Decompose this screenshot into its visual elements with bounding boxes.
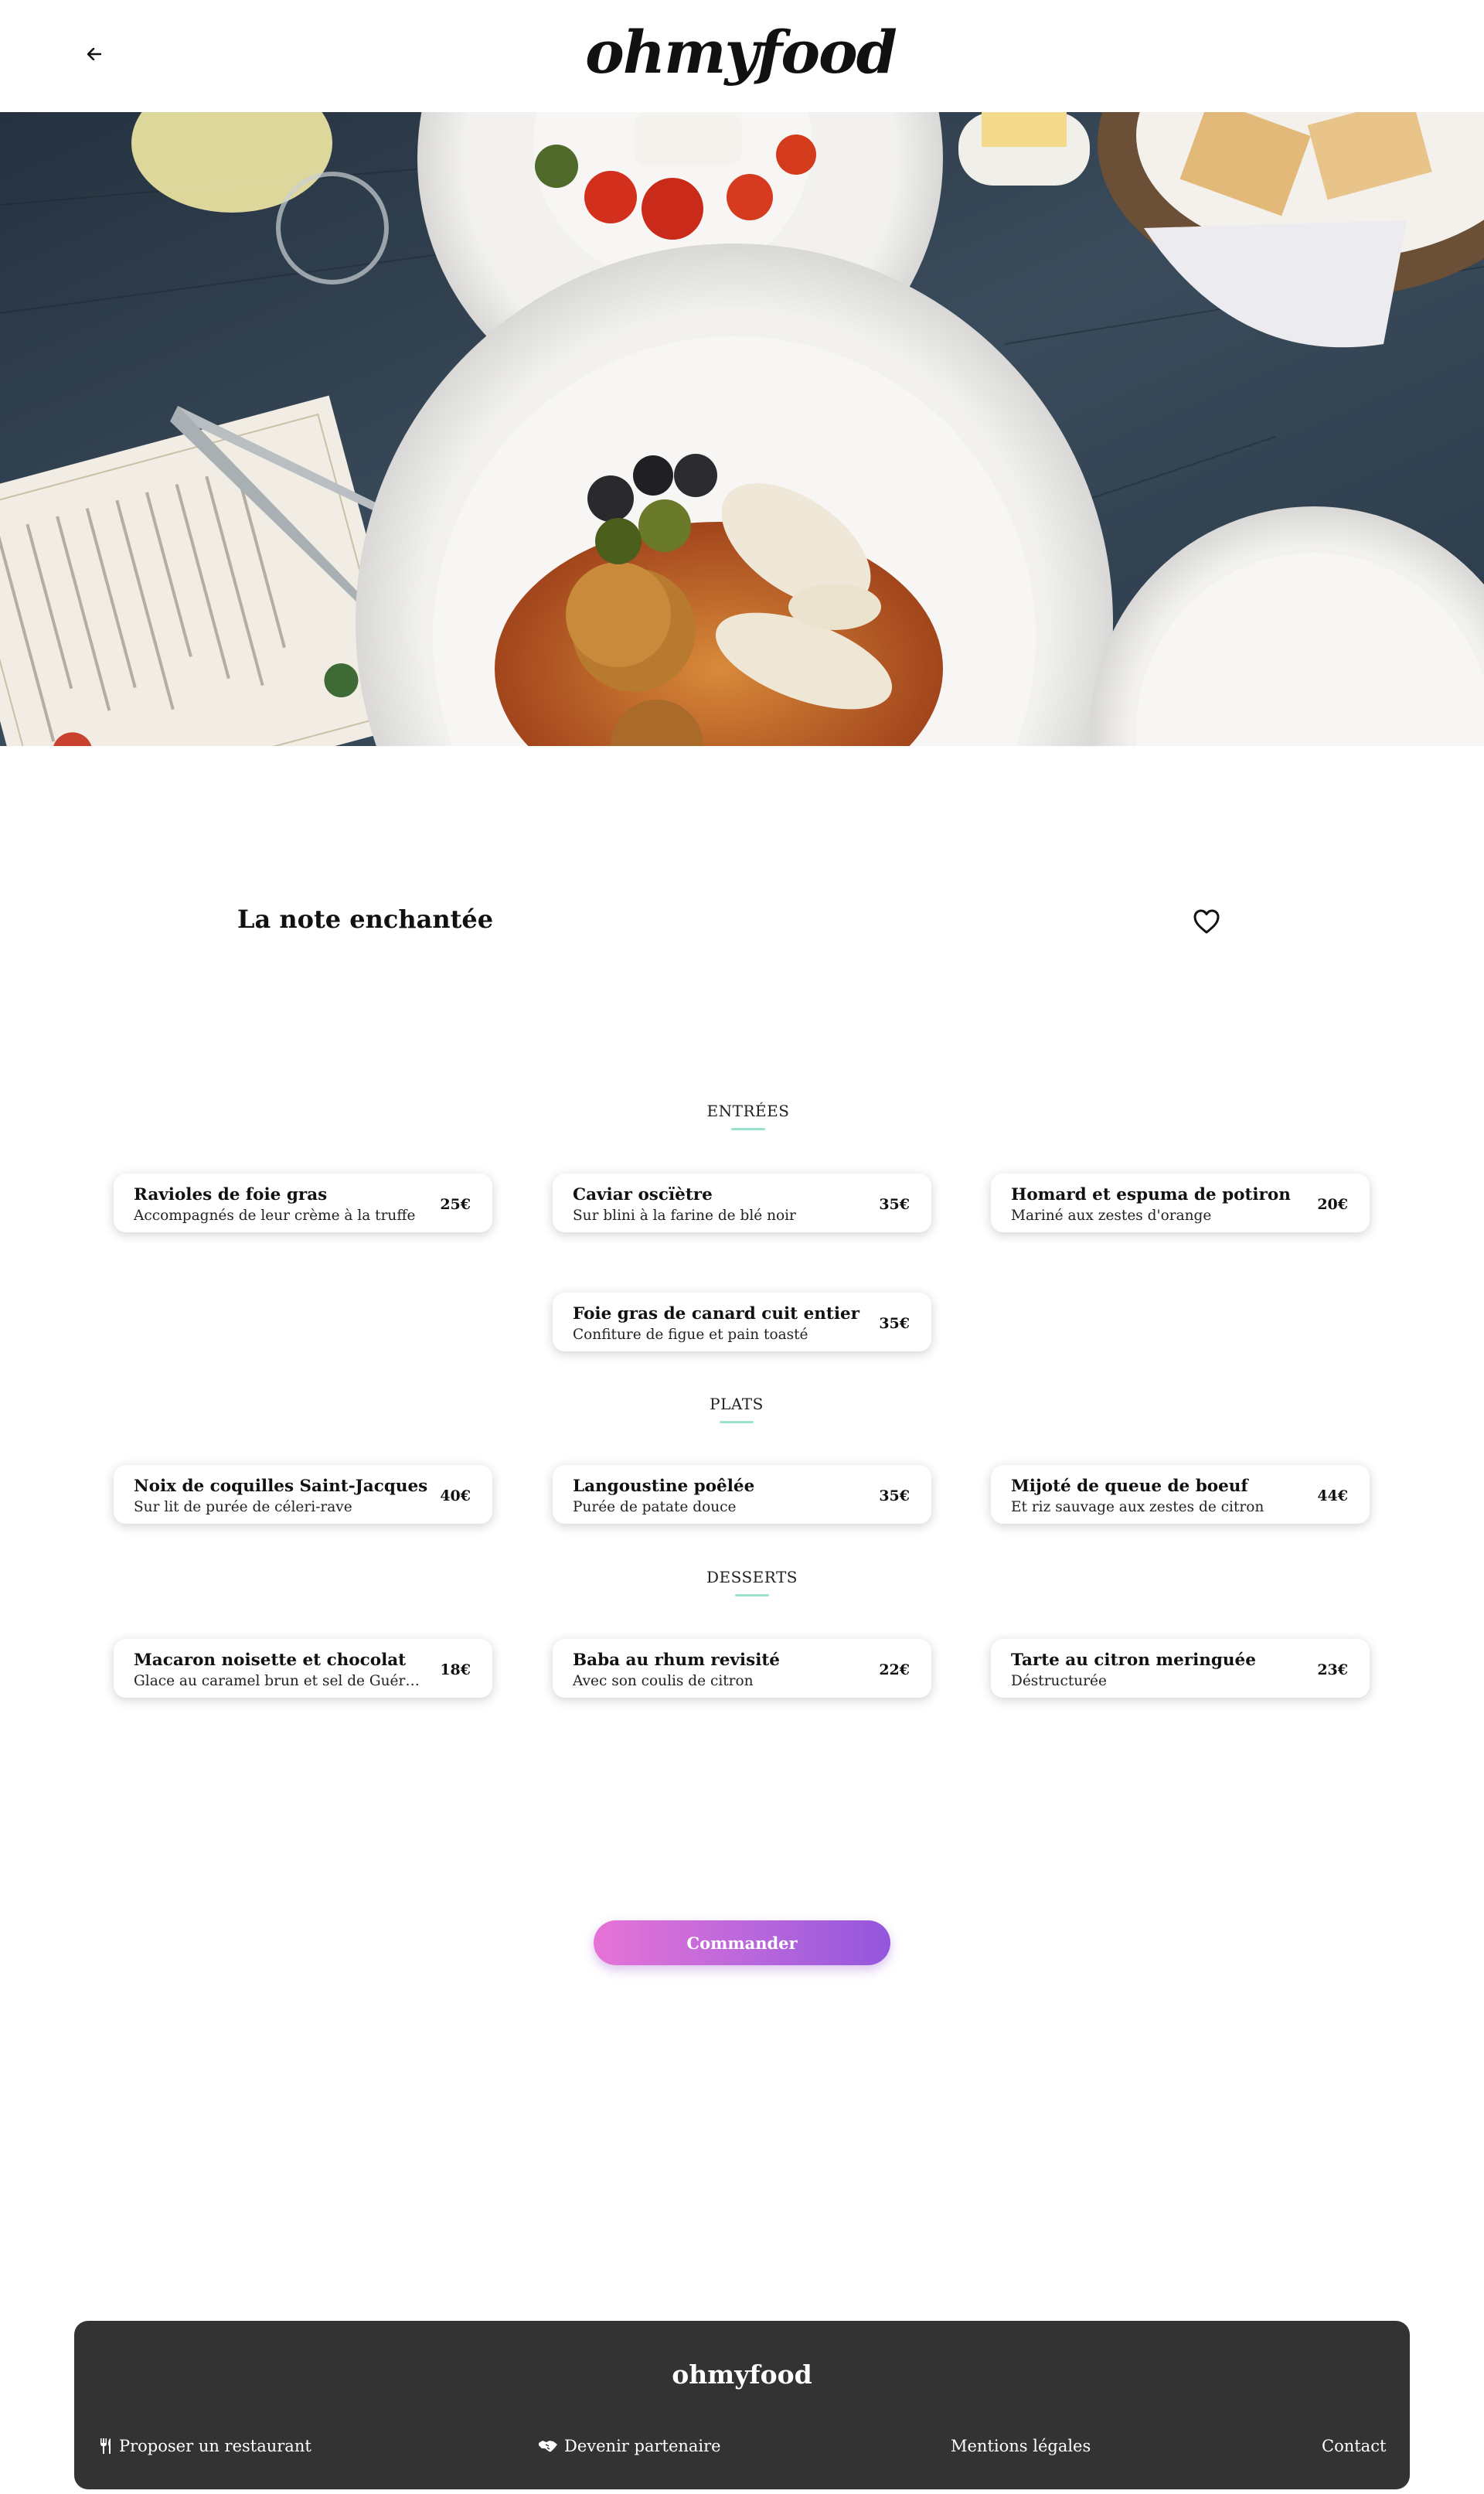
menu-item[interactable]: Tarte au citron meringuée Déstructurée 2… xyxy=(991,1639,1370,1698)
section-title-entrees: ENTRÉES xyxy=(632,1102,864,1130)
section-underline xyxy=(735,1594,769,1596)
menu-item[interactable]: Langoustine poêlée Purée de patate douce… xyxy=(553,1465,931,1524)
footer-link-label: Proposer un restaurant xyxy=(119,2437,311,2455)
dish-description: Purée de patate douce xyxy=(573,1499,737,1515)
menu-item[interactable]: Macaron noisette et chocolat Glace au ca… xyxy=(114,1639,492,1698)
logo-text: ohmyfood xyxy=(585,18,897,87)
footer-link-legal[interactable]: Mentions légales xyxy=(951,2437,1091,2455)
section-label: ENTRÉES xyxy=(706,1102,790,1120)
section-title-plats: PLATS xyxy=(621,1395,853,1423)
dish-name: Foie gras de canard cuit entier xyxy=(573,1304,859,1324)
menu-item[interactable]: Homard et espuma de potiron Mariné aux z… xyxy=(991,1174,1370,1232)
dish-description: Confiture de figue et pain toasté xyxy=(573,1327,808,1343)
dish-description: Et riz sauvage aux zestes de citron xyxy=(1011,1499,1264,1515)
section-label: DESSERTS xyxy=(706,1568,798,1586)
menu-item[interactable]: Caviar oscïètre Sur blini à la farine de… xyxy=(553,1174,931,1232)
restaurant-name: La note enchantée xyxy=(237,905,494,934)
dish-price: 35€ xyxy=(879,1196,910,1213)
dish-description: Accompagnés de leur crème à la truffe xyxy=(134,1208,416,1224)
dish-description: Sur lit de purée de céleri-rave xyxy=(134,1499,352,1515)
dish-name: Homard et espuma de potiron xyxy=(1011,1185,1291,1204)
menu-item[interactable]: Baba au rhum revisité Avec son coulis de… xyxy=(553,1639,931,1698)
dish-name: Ravioles de foie gras xyxy=(134,1185,328,1204)
dish-description: Sur blini à la farine de blé noir xyxy=(573,1208,796,1224)
dish-name: Langoustine poêlée xyxy=(573,1477,755,1496)
dish-name: Tarte au citron meringuée xyxy=(1011,1651,1256,1670)
order-button[interactable]: Commander xyxy=(594,1920,890,1965)
footer-link-label: Mentions légales xyxy=(951,2437,1091,2455)
dish-price: 35€ xyxy=(879,1315,910,1332)
menu-item[interactable]: Ravioles de foie gras Accompagnés de leu… xyxy=(114,1174,492,1232)
dish-name: Macaron noisette et chocolat xyxy=(134,1651,407,1670)
dish-price: 23€ xyxy=(1317,1661,1348,1678)
dish-price: 20€ xyxy=(1317,1196,1348,1213)
hero-image xyxy=(0,112,1484,746)
dish-price: 18€ xyxy=(440,1661,471,1678)
utensils-icon xyxy=(100,2438,111,2454)
footer-link-label: Contact xyxy=(1322,2437,1387,2455)
dish-price: 25€ xyxy=(440,1196,471,1213)
dish-name: Mijoté de queue de boeuf xyxy=(1011,1477,1248,1496)
menu-item[interactable]: Noix de coquilles Saint-Jacques Sur lit … xyxy=(114,1465,492,1524)
heart-icon xyxy=(1193,909,1220,934)
section-label: PLATS xyxy=(710,1395,764,1413)
dish-description: Glace au caramel brun et sel de Guérande xyxy=(134,1673,427,1689)
section-underline xyxy=(720,1421,754,1423)
footer-link-contact[interactable]: Contact xyxy=(1322,2437,1386,2455)
dish-price: 22€ xyxy=(879,1661,910,1678)
footer-link-propose-restaurant[interactable]: Proposer un restaurant xyxy=(99,2437,311,2455)
dish-description: Déstructurée xyxy=(1011,1673,1107,1689)
dish-name: Caviar oscïètre xyxy=(573,1185,713,1204)
menu-item[interactable]: Mijoté de queue de boeuf Et riz sauvage … xyxy=(991,1465,1370,1524)
handshake-icon xyxy=(539,2441,557,2452)
footer-link-become-partner[interactable]: Devenir partenaire xyxy=(538,2437,721,2455)
header: ohmyfood xyxy=(0,0,1484,112)
dish-price: 35€ xyxy=(879,1487,910,1504)
footer: ohmyfood Proposer un restaurant Devenir … xyxy=(74,2321,1410,2489)
footer-brand: ohmyfood xyxy=(672,2359,812,2390)
dish-description: Mariné aux zestes d'orange xyxy=(1011,1208,1212,1224)
dish-description: Avec son coulis de citron xyxy=(573,1673,754,1689)
dish-price: 44€ xyxy=(1317,1487,1348,1504)
menu-item[interactable]: Foie gras de canard cuit entier Confitur… xyxy=(553,1293,931,1351)
logo[interactable]: ohmyfood xyxy=(0,14,1484,91)
section-underline xyxy=(731,1128,765,1130)
dish-name: Noix de coquilles Saint-Jacques xyxy=(134,1477,428,1496)
dish-name: Baba au rhum revisité xyxy=(573,1651,780,1670)
food-photo xyxy=(0,112,1484,746)
dish-price: 40€ xyxy=(440,1487,471,1504)
footer-link-label: Devenir partenaire xyxy=(564,2437,721,2455)
section-title-desserts: DESSERTS xyxy=(636,1568,868,1596)
favorite-button[interactable] xyxy=(1193,908,1220,935)
